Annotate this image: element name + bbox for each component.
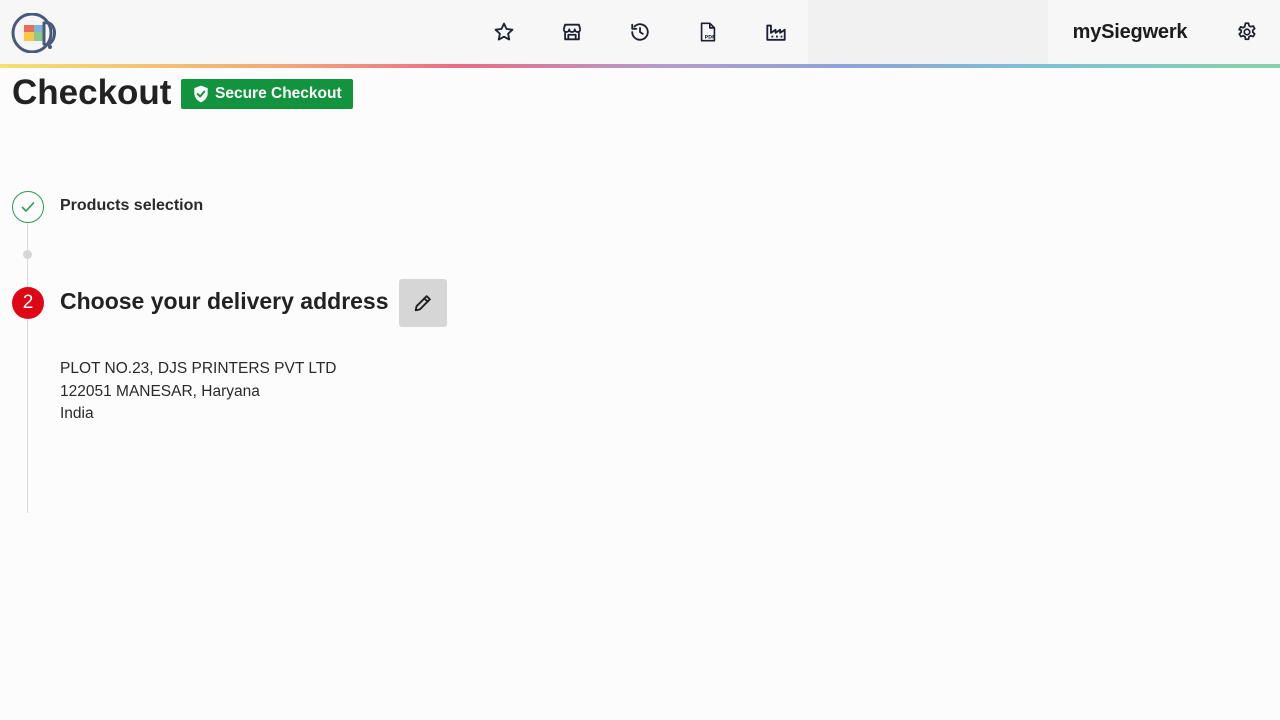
- step-completed-indicator: [12, 191, 44, 223]
- nav-plants-button[interactable]: [743, 0, 809, 64]
- nav-favorites-button[interactable]: [471, 0, 537, 64]
- color-palette-logo[interactable]: [10, 13, 62, 53]
- star-icon: [494, 22, 514, 41]
- stepper-dot: [23, 250, 32, 259]
- step-products-selection-label[interactable]: Products selection: [60, 197, 203, 215]
- secure-checkout-label: Secure Checkout: [215, 85, 342, 102]
- delivery-address-block: PLOT NO.23, DJS PRINTERS PVT LTD 122051 …: [60, 358, 337, 426]
- step-delivery-address-label: Choose your delivery address: [60, 288, 389, 314]
- store-icon: [562, 23, 582, 41]
- settings-button[interactable]: [1214, 0, 1280, 64]
- brand-name[interactable]: mySiegwerk: [1048, 0, 1212, 64]
- header-spacer: [808, 0, 1048, 64]
- factory-icon: [766, 24, 786, 41]
- pencil-icon: [414, 295, 431, 312]
- svg-text:PDF: PDF: [705, 34, 716, 40]
- secure-checkout-badge: Secure Checkout: [181, 79, 353, 109]
- address-line-1: PLOT NO.23, DJS PRINTERS PVT LTD: [60, 360, 337, 377]
- gear-icon: [1238, 22, 1256, 41]
- edit-address-button[interactable]: [399, 279, 447, 327]
- history-icon: [631, 23, 649, 41]
- nav-shop-button[interactable]: [539, 0, 605, 64]
- step-active-indicator: 2: [12, 287, 44, 319]
- nav-history-button[interactable]: [607, 0, 673, 64]
- pdf-file-icon: PDF: [700, 22, 716, 42]
- address-line-2: 122051 MANESAR, Haryana: [60, 382, 260, 400]
- header-accent-stripe: [0, 64, 1280, 68]
- address-line-3: India: [60, 405, 94, 422]
- top-navigation-bar: PDF mySiegwerk: [0, 0, 1280, 64]
- check-icon: [21, 202, 35, 212]
- nav-documents-button[interactable]: PDF: [675, 0, 741, 64]
- page-title: Checkout: [12, 73, 172, 112]
- stepper-connector: [27, 319, 28, 513]
- shield-check-icon: [194, 85, 208, 103]
